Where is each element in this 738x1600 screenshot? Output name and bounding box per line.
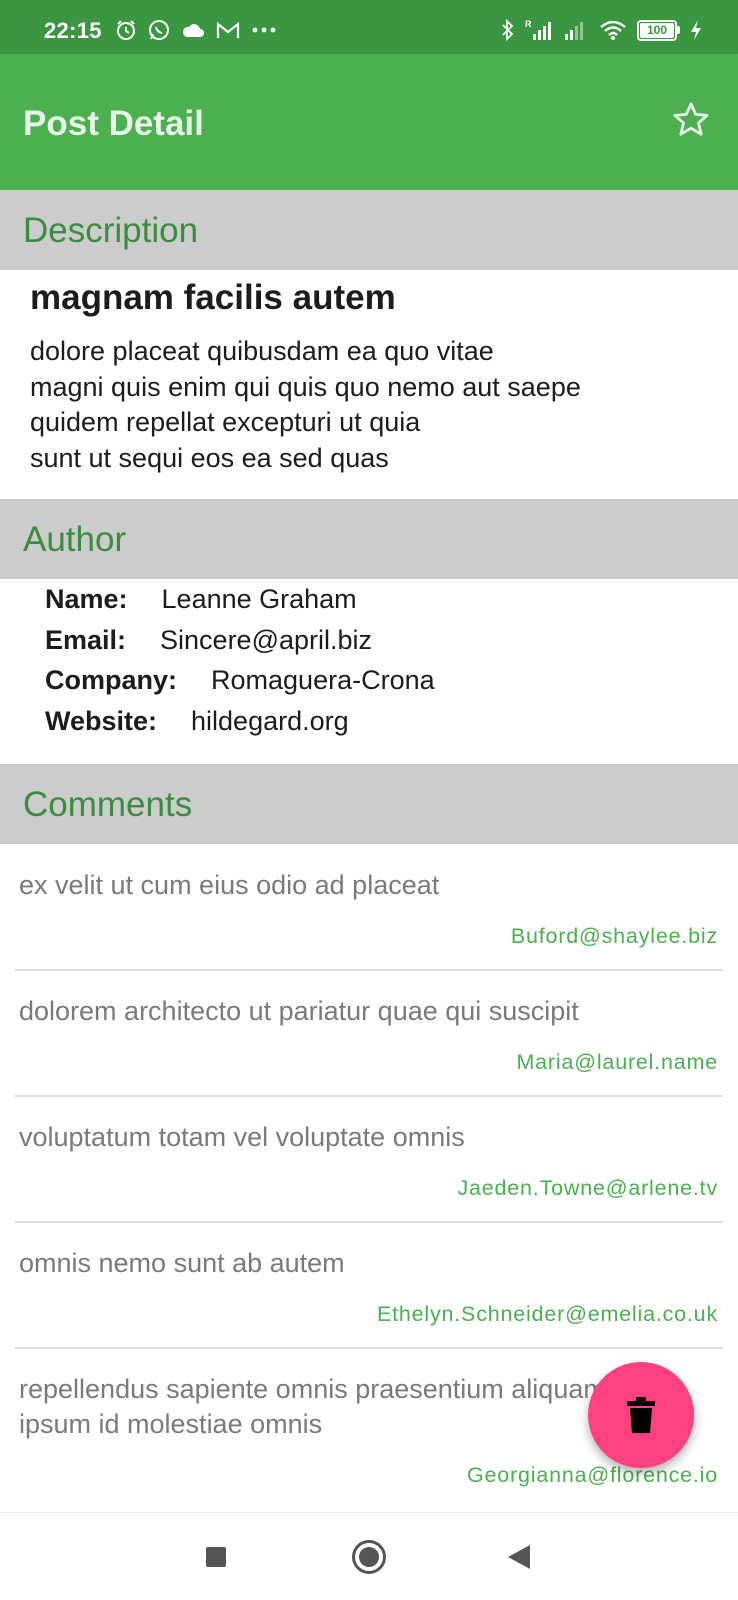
comment-text: ex velit ut cum eius odio ad placeat (19, 870, 440, 900)
signal-icon (565, 22, 583, 40)
cloud-icon (182, 24, 204, 37)
home-circle-icon (352, 1540, 386, 1574)
comment-text: omnis nemo sunt ab autem (19, 1248, 345, 1278)
gmail-icon (216, 21, 240, 38)
bluetooth-icon (502, 19, 514, 41)
wifi-icon (600, 20, 626, 40)
comment-email: Maria@laurel.name (516, 1050, 718, 1074)
author-website-row: Website: hildegard.org (45, 706, 435, 747)
delete-fab[interactable] (588, 1362, 694, 1468)
battery-level: 100 (640, 22, 674, 38)
comment-text: voluptatum totam vel voluptate omnis (19, 1122, 465, 1152)
more-dots-icon (252, 27, 276, 33)
author-company-value: Romaguera-Crona (211, 665, 435, 695)
author-header-label: Author (23, 520, 127, 559)
back-triangle-icon (508, 1545, 530, 1569)
page-title: Post Detail (23, 104, 204, 143)
comment-email: Georgianna@florence.io (467, 1463, 718, 1487)
comment-email: Ethelyn.Schneider@emelia.co.uk (376, 1302, 718, 1326)
app-bar: Post Detail (0, 54, 738, 190)
comment-text: dolorem architecto ut pariatur quae qui … (19, 996, 579, 1026)
comments-section-header: Comments (0, 764, 738, 844)
charging-icon (691, 20, 701, 40)
author-company-row: Company: Romaguera-Crona (45, 665, 435, 706)
comment-item[interactable]: voluptatum totam vel voluptate omnis Jae… (15, 1097, 723, 1223)
svg-text:R: R (525, 19, 532, 29)
status-time: 22:15 (44, 18, 102, 43)
battery-icon: 100 (637, 19, 680, 41)
description-header-label: Description (23, 211, 199, 250)
home-button[interactable] (341, 1529, 397, 1585)
recents-square-icon (206, 1547, 226, 1567)
author-name-label: Name: (45, 584, 128, 614)
comment-item[interactable]: ex velit ut cum eius odio ad placeat Buf… (15, 845, 723, 971)
post-title: magnam facilis autem (30, 278, 396, 317)
trash-icon (627, 1397, 655, 1433)
author-website-label: Website: (45, 705, 158, 736)
status-bar: 22:15 R 100 (0, 0, 738, 54)
notification-icons (115, 19, 277, 41)
comment-email: Jaeden.Towne@arlene.tv (457, 1176, 718, 1200)
comment-item[interactable]: dolorem architecto ut pariatur quae qui … (15, 971, 723, 1097)
post-body: dolore placeat quibusdam ea quo vitae ma… (30, 336, 581, 473)
author-email-label: Email: (45, 624, 127, 655)
author-details: Name: Leanne Graham Email: Sincere@april… (45, 584, 435, 746)
alarm-icon (117, 20, 135, 40)
back-button[interactable] (491, 1529, 547, 1585)
author-name-value: Leanne Graham (161, 584, 357, 614)
favorite-button[interactable] (670, 99, 712, 141)
author-website-value: hildegard.org (191, 705, 349, 736)
signal-r-icon: R (525, 19, 551, 40)
author-company-label: Company: (45, 665, 178, 695)
author-email-row: Email: Sincere@april.biz (45, 625, 435, 666)
author-name-row: Name: Leanne Graham (45, 584, 435, 625)
author-section-header: Author (0, 499, 738, 579)
system-nav-bar (0, 1512, 738, 1600)
system-icons: R 100 (501, 19, 702, 41)
author-email-value: Sincere@april.biz (160, 624, 373, 655)
description-section-header: Description (0, 190, 738, 270)
recents-button[interactable] (188, 1529, 244, 1585)
comment-item[interactable]: omnis nemo sunt ab autem Ethelyn.Schneid… (15, 1223, 723, 1349)
comment-email: Buford@shaylee.biz (510, 924, 718, 948)
star-outline-icon (673, 102, 709, 136)
whatsapp-icon (149, 20, 169, 40)
comments-header-label: Comments (23, 785, 193, 824)
